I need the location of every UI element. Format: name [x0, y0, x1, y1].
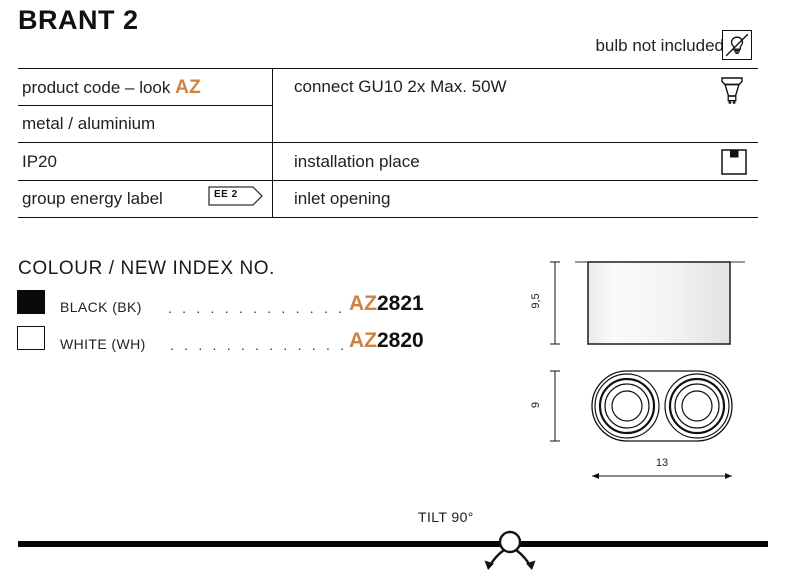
tilt-graphic	[455, 524, 565, 574]
technical-drawing: 9,5 9 13	[500, 245, 786, 485]
index-no-white: AZ2820	[349, 329, 424, 353]
table-cell-ip-rating: IP20	[22, 152, 57, 171]
index-prefix: AZ	[349, 292, 377, 315]
energy-label-text: EE 2	[214, 189, 238, 200]
table-rule-bottom	[18, 217, 758, 218]
dimension-width-label: 13	[655, 457, 669, 469]
table-rule-2	[18, 142, 758, 143]
table-cell-energy-label: group energy label	[22, 189, 163, 208]
table-cell-inlet-opening: inlet opening	[294, 189, 391, 208]
energy-label-badge: EE 2	[208, 186, 264, 206]
colour-name-black: BLACK (BK)	[60, 299, 142, 315]
index-no-black: AZ2821	[349, 292, 424, 316]
specification-table: product code – look AZ connect GU10 2x M…	[18, 68, 758, 218]
colour-swatch-black	[17, 290, 45, 314]
colour-name-white: WHITE (WH)	[60, 336, 146, 352]
dimension-depth-label: 9	[530, 401, 542, 409]
product-code-accent: AZ	[175, 77, 202, 98]
table-cell-installation-place: installation place	[294, 152, 420, 171]
colour-section-heading: COLOUR / NEW INDEX NO.	[18, 258, 276, 279]
dimension-height-label: 9,5	[530, 293, 542, 309]
gu10-lamp-icon	[712, 72, 752, 113]
leader-dots-black: . . . . . . . . . . . . .	[168, 300, 346, 316]
index-number: 2820	[377, 329, 424, 352]
tilt-label: TILT 90°	[418, 509, 474, 525]
table-cell-material: metal / aluminium	[22, 114, 156, 133]
table-column-divider	[272, 68, 273, 217]
tilt-baseline	[18, 541, 768, 547]
table-rule-top	[18, 68, 758, 69]
product-spec-sheet: BRANT 2 bulb not included product code –…	[0, 0, 786, 575]
bulb-crossed-out-icon	[722, 30, 752, 60]
index-number: 2821	[377, 292, 424, 315]
bulb-not-included-label: bulb not included	[595, 36, 724, 55]
page-title: BRANT 2	[18, 5, 139, 35]
table-rule-3	[18, 180, 758, 181]
table-cell-product-code: product code – look AZ	[22, 77, 201, 99]
colour-swatch-white	[17, 326, 45, 350]
ceiling-mount-icon	[716, 144, 752, 183]
table-rule-1	[18, 105, 272, 106]
table-cell-connect: connect GU10 2x Max. 50W	[294, 77, 507, 96]
leader-dots-white: . . . . . . . . . . . . .	[170, 337, 346, 353]
product-code-label: product code – look	[22, 78, 176, 97]
index-prefix: AZ	[349, 329, 377, 352]
